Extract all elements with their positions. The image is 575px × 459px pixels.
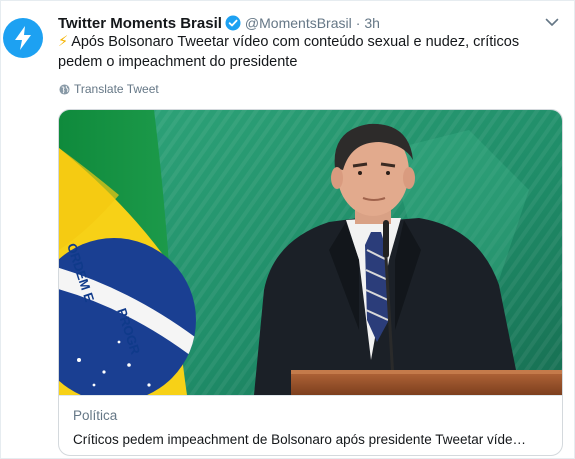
translate-tweet-link[interactable]: Translate Tweet [59, 82, 159, 96]
tweet-menu-button[interactable] [544, 15, 560, 29]
avatar[interactable] [3, 18, 43, 58]
tweet-text: ⚡ Após Bolsonaro Tweetar vídeo com conteú… [58, 32, 563, 72]
card-title[interactable]: Críticos pedem impeachment de Bolsonaro … [73, 432, 553, 447]
author-handle[interactable]: @MomentsBrasil [245, 15, 352, 31]
lightning-emoji: ⚡ [58, 34, 69, 50]
link-card[interactable]: ORDEM E PROGR Política Críticos pedem im… [58, 109, 563, 456]
podium [291, 370, 562, 395]
card-category: Política [73, 408, 118, 423]
tweet-header: Twitter Moments Brasil @MomentsBrasil · … [58, 13, 554, 33]
tweet-timestamp[interactable]: 3h [364, 15, 380, 31]
author-name[interactable]: Twitter Moments Brasil [58, 15, 222, 32]
globe-icon [59, 83, 70, 95]
translate-label: Translate Tweet [74, 82, 159, 96]
tweet[interactable]: Twitter Moments Brasil @MomentsBrasil · … [0, 0, 575, 459]
verified-badge-icon [225, 15, 241, 31]
card-footer[interactable]: Política Críticos pedem impeachment de B… [59, 395, 562, 455]
chevron-down-icon [545, 18, 559, 26]
lightning-bolt-icon [15, 26, 31, 50]
card-image: ORDEM E PROGR [59, 110, 562, 395]
tweet-body: Após Bolsonaro Tweetar vídeo com conteúd… [58, 34, 520, 70]
header-separator: · [355, 15, 361, 31]
